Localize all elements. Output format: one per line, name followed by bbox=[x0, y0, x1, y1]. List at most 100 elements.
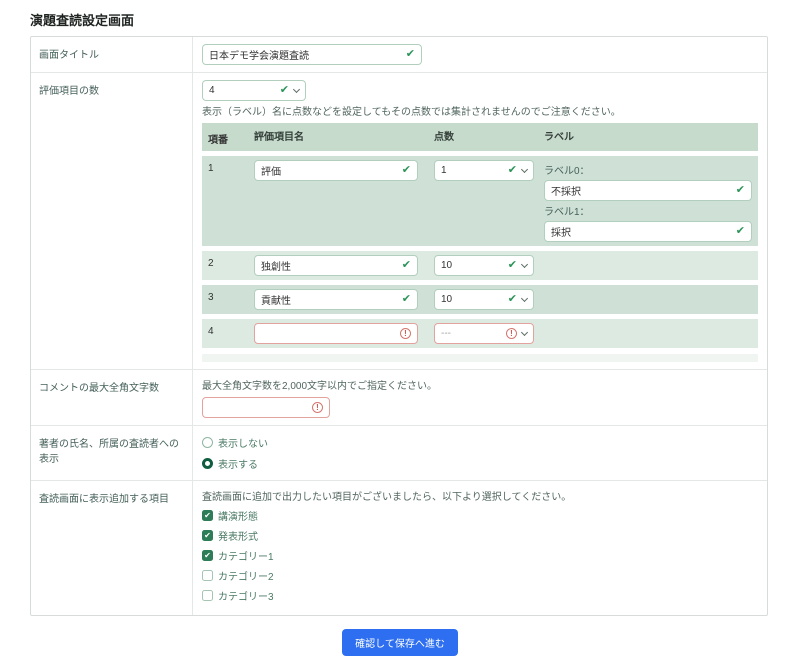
check-icon: ✔ bbox=[736, 226, 745, 237]
radio-icon[interactable] bbox=[202, 437, 213, 448]
checkbox-checked-icon[interactable]: ✔ bbox=[202, 550, 213, 561]
chevron-down-icon bbox=[293, 85, 300, 92]
checkbox-label: カテゴリー3 bbox=[218, 588, 274, 603]
comment-limit-field[interactable]: ! bbox=[202, 397, 330, 418]
error-icon: ! bbox=[400, 328, 411, 339]
label0-caption: ラベル0： bbox=[544, 162, 752, 177]
extra-items-note: 査読画面に追加で出力したい項目がございましたら、以下より選択してください。 bbox=[202, 488, 758, 503]
confirm-save-button[interactable]: 確認して保存へ進む bbox=[342, 629, 458, 656]
table-footer-strip bbox=[202, 354, 758, 362]
checkbox-option-2[interactable]: ✔ カテゴリー1 bbox=[202, 548, 758, 563]
score-select[interactable]: 10 ✔ bbox=[434, 289, 534, 310]
checkbox-label: カテゴリー2 bbox=[218, 568, 274, 583]
row-number: 4 bbox=[208, 323, 254, 337]
table-row: 3 ✔ 10 ✔ bbox=[202, 285, 758, 314]
score-value: 10 bbox=[441, 294, 508, 305]
error-icon: ! bbox=[506, 328, 517, 339]
extra-items-label: 査読画面に表示追加する項目 bbox=[31, 481, 193, 615]
check-icon: ✔ bbox=[508, 260, 517, 271]
check-icon: ✔ bbox=[508, 165, 517, 176]
checkbox-option-3[interactable]: カテゴリー2 bbox=[202, 568, 758, 583]
checkbox-label: カテゴリー1 bbox=[218, 548, 274, 563]
score-value: --- bbox=[441, 328, 506, 339]
score-select[interactable]: 10 ✔ bbox=[434, 255, 534, 276]
row-number: 1 bbox=[208, 160, 254, 174]
label1-input[interactable] bbox=[551, 226, 736, 237]
error-icon: ! bbox=[312, 402, 323, 413]
radio-option-hide[interactable]: 表示しない bbox=[202, 435, 758, 450]
check-icon: ✔ bbox=[508, 294, 517, 305]
label0-input[interactable] bbox=[551, 185, 736, 196]
settings-form: 画面タイトル ✔ 評価項目の数 4 ✔ 表示（ラベル）名に点数などを設定してもそ… bbox=[30, 36, 768, 616]
form-row-author-display: 著者の氏名、所属の査読者への表示 表示しない 表示する bbox=[31, 426, 767, 481]
label-column: ラベル0： ✔ ラベル1： ✔ bbox=[536, 160, 752, 242]
form-row-eval-items: 評価項目の数 4 ✔ 表示（ラベル）名に点数などを設定してもその点数では集計され… bbox=[31, 73, 767, 370]
eval-count-select[interactable]: 4 ✔ bbox=[202, 80, 306, 101]
check-icon: ✔ bbox=[402, 294, 411, 305]
checkbox-icon[interactable] bbox=[202, 590, 213, 601]
table-row: 4 ! --- ! bbox=[202, 319, 758, 348]
row-number: 2 bbox=[208, 255, 254, 269]
score-value: 1 bbox=[441, 165, 508, 176]
radio-label: 表示しない bbox=[218, 435, 268, 450]
radio-checked-icon[interactable] bbox=[202, 458, 213, 469]
chevron-down-icon bbox=[521, 294, 528, 301]
item-name-field[interactable]: ✔ bbox=[254, 289, 418, 310]
comment-limit-label: コメントの最大全角文字数 bbox=[31, 370, 193, 425]
checkbox-label: 講演形態 bbox=[218, 508, 258, 523]
radio-option-show[interactable]: 表示する bbox=[202, 456, 758, 471]
author-display-content: 表示しない 表示する bbox=[193, 426, 767, 480]
screen-title-content: ✔ bbox=[193, 37, 767, 72]
evaluation-table-header: 項番 評価項目名 点数 ラベル bbox=[202, 123, 758, 151]
label0-field[interactable]: ✔ bbox=[544, 180, 752, 201]
chevron-down-icon bbox=[521, 260, 528, 267]
checkbox-option-1[interactable]: ✔ 発表形式 bbox=[202, 528, 758, 543]
label1-field[interactable]: ✔ bbox=[544, 221, 752, 242]
check-icon: ✔ bbox=[402, 260, 411, 271]
header-name: 評価項目名 bbox=[254, 128, 426, 146]
item-name-field[interactable]: ✔ bbox=[254, 255, 418, 276]
item-name-field[interactable]: ! bbox=[254, 323, 418, 344]
checkbox-checked-icon[interactable]: ✔ bbox=[202, 530, 213, 541]
header-label: ラベル bbox=[536, 128, 752, 146]
screen-title-label: 画面タイトル bbox=[31, 37, 193, 72]
screen-title-input[interactable] bbox=[209, 49, 406, 60]
item-name-input[interactable] bbox=[261, 328, 400, 339]
table-row: 1 ✔ 1 ✔ ラ bbox=[202, 156, 758, 246]
radio-label: 表示する bbox=[218, 456, 258, 471]
check-icon: ✔ bbox=[736, 185, 745, 196]
check-icon: ✔ bbox=[402, 165, 411, 176]
item-name-input[interactable] bbox=[261, 165, 402, 176]
checkbox-option-0[interactable]: ✔ 講演形態 bbox=[202, 508, 758, 523]
eval-items-label: 評価項目の数 bbox=[31, 73, 193, 369]
score-select[interactable]: --- ! bbox=[434, 323, 534, 344]
item-name-input[interactable] bbox=[261, 260, 402, 271]
evaluation-table: 項番 評価項目名 点数 ラベル 1 ✔ bbox=[202, 123, 758, 362]
chevron-down-icon bbox=[521, 328, 528, 335]
comment-limit-note: 最大全角文字数を2,000文字以内でご指定ください。 bbox=[202, 377, 758, 392]
score-select[interactable]: 1 ✔ bbox=[434, 160, 534, 181]
eval-items-note: 表示（ラベル）名に点数などを設定してもその点数では集計されませんのでご注意くださ… bbox=[202, 103, 758, 118]
form-row-comment-limit: コメントの最大全角文字数 最大全角文字数を2,000文字以内でご指定ください。 … bbox=[31, 370, 767, 426]
item-name-field[interactable]: ✔ bbox=[254, 160, 418, 181]
checkbox-icon[interactable] bbox=[202, 570, 213, 581]
extra-items-content: 査読画面に追加で出力したい項目がございましたら、以下より選択してください。 ✔ … bbox=[193, 481, 767, 615]
page-title: 演題査読設定画面 bbox=[30, 10, 800, 29]
screen-title-field[interactable]: ✔ bbox=[202, 44, 422, 65]
checkbox-checked-icon[interactable]: ✔ bbox=[202, 510, 213, 521]
form-row-extra-items: 査読画面に表示追加する項目 査読画面に追加で出力したい項目がございましたら、以下… bbox=[31, 481, 767, 615]
label1-caption: ラベル1： bbox=[544, 203, 752, 218]
comment-limit-input[interactable] bbox=[209, 402, 312, 413]
eval-count-value: 4 bbox=[209, 85, 280, 96]
header-no: 項番 bbox=[208, 128, 254, 146]
item-name-input[interactable] bbox=[261, 294, 402, 305]
check-icon: ✔ bbox=[280, 85, 289, 96]
row-number: 3 bbox=[208, 289, 254, 303]
eval-items-content: 4 ✔ 表示（ラベル）名に点数などを設定してもその点数では集計されませんのでご注… bbox=[193, 73, 767, 369]
comment-limit-content: 最大全角文字数を2,000文字以内でご指定ください。 ! bbox=[193, 370, 767, 425]
checkbox-option-4[interactable]: カテゴリー3 bbox=[202, 588, 758, 603]
score-value: 10 bbox=[441, 260, 508, 271]
header-score: 点数 bbox=[426, 128, 536, 146]
chevron-down-icon bbox=[521, 165, 528, 172]
form-row-screen-title: 画面タイトル ✔ bbox=[31, 37, 767, 73]
